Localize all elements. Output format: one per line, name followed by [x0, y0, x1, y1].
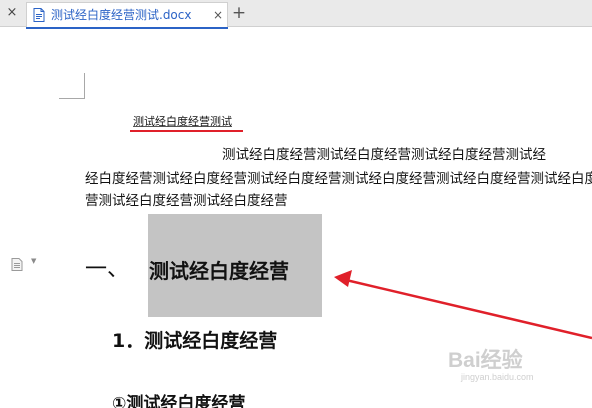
paragraph-icon[interactable]: [11, 258, 23, 271]
heading1-text[interactable]: 测试经白度经营: [149, 257, 289, 285]
watermark-logo: Bai经验: [448, 349, 523, 372]
heading3-text[interactable]: ①测试经白度经营: [112, 392, 245, 408]
body-text-line[interactable]: 营测试经白度经营测试经白度经营: [85, 192, 288, 210]
tab-close-icon[interactable]: ×: [211, 7, 225, 23]
heading1-number[interactable]: 一、: [85, 256, 129, 284]
annotation-underline: [130, 130, 243, 132]
tab-strip: × 测试经白度经营测试.docx × +: [0, 0, 592, 29]
body-text-line[interactable]: 经白度经营测试经白度经营测试经白度经营测试经白度经营测试经白度经营测试经白度经: [85, 170, 592, 188]
heading2-text[interactable]: 1．测试经白度经营: [112, 328, 277, 354]
watermark-url: jingyan.baidu.com: [461, 372, 534, 382]
margin-corner-mark: [84, 73, 85, 99]
close-icon[interactable]: ×: [5, 5, 19, 21]
body-text-line[interactable]: 测试经白度经营测试经白度经营测试经白度经营测试经: [222, 146, 546, 164]
document-title[interactable]: 测试经白度经营测试: [133, 115, 232, 129]
new-tab-button[interactable]: +: [231, 3, 247, 23]
tab-title: 测试经白度经营测试.docx: [51, 8, 192, 22]
tab-document[interactable]: 测试经白度经营测试.docx ×: [26, 2, 228, 29]
chevron-down-icon[interactable]: ▼: [31, 257, 36, 265]
margin-corner-mark: [59, 98, 85, 99]
doc-file-icon: [33, 8, 45, 22]
